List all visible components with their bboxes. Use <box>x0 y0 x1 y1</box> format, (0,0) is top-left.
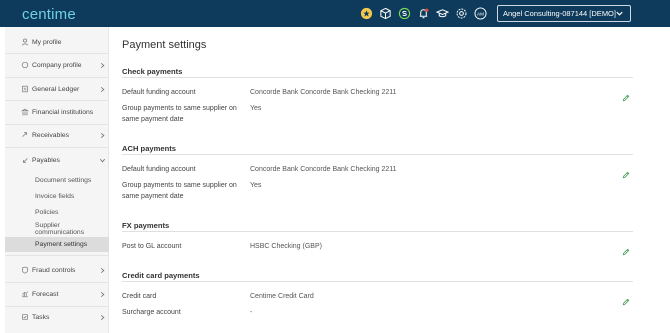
divider <box>5 77 109 78</box>
sidebar: My profile Company profile General Ledge… <box>5 27 109 333</box>
sidebar-item-general-ledger[interactable]: General Ledger <box>5 82 109 96</box>
chevron-right-icon <box>100 291 105 297</box>
section-divider <box>122 231 633 232</box>
sidebar-item-receivables[interactable]: Receivables <box>5 128 109 142</box>
sidebar-item-label: Company profile <box>32 61 82 69</box>
sidebar-subitem-label: Invoice fields <box>35 193 75 200</box>
chevron-right-icon <box>100 267 105 273</box>
chevron-right-icon <box>100 314 105 320</box>
sidebar-subitem-supplier-communications[interactable]: Supplier communications <box>5 221 109 236</box>
sidebar-item-payables[interactable]: Payables <box>5 153 109 167</box>
divider <box>5 100 109 101</box>
payables-icon <box>23 158 28 163</box>
user-icon <box>21 38 29 46</box>
chevron-down-icon <box>99 158 106 162</box>
sidebar-item-label: General Ledger <box>32 85 80 93</box>
tasks-icon <box>22 314 28 320</box>
field-value: - <box>250 309 253 316</box>
section-title-credit-card-payments: Credit card payments <box>122 271 200 280</box>
user-initials: AM <box>477 11 484 16</box>
building-icon <box>21 61 29 69</box>
chevron-right-icon <box>100 86 105 92</box>
field-value: Centime Credit Card <box>250 293 314 300</box>
field-label: Default funding account <box>122 89 196 96</box>
sidebar-item-forecast[interactable]: Forecast <box>5 287 109 301</box>
field-label: Group payments to same supplier on same … <box>122 105 237 123</box>
refresh-dollar-icon[interactable] <box>398 7 411 20</box>
sidebar-item-label: My profile <box>32 38 62 46</box>
receivables-icon <box>22 132 27 137</box>
app-logo[interactable]: centime <box>22 6 76 23</box>
section-title-ach-payments: ACH payments <box>122 144 177 153</box>
chart-icon <box>22 291 29 298</box>
bank-icon <box>21 108 29 116</box>
divider <box>5 255 109 256</box>
sidebar-item-tasks[interactable]: Tasks <box>5 310 109 324</box>
sidebar-subitem-label: Supplier communications <box>35 221 85 236</box>
field-label: Default funding account <box>122 166 196 173</box>
edit-pencil-icon[interactable] <box>622 166 630 179</box>
sidebar-item-financial-institutions[interactable]: Financial institutions <box>5 105 109 119</box>
edit-pencil-icon[interactable] <box>622 293 630 306</box>
sidebar-item-label: Fraud controls <box>32 266 76 274</box>
sidebar-item-label: Tasks <box>32 313 50 321</box>
chevron-right-icon <box>100 132 105 138</box>
sidebar-item-company-profile[interactable]: Company profile <box>5 58 109 72</box>
field-value: Yes <box>250 105 262 112</box>
bell-icon[interactable] <box>417 7 430 20</box>
divider <box>5 282 109 283</box>
field-label: Post to GL account <box>122 243 182 250</box>
sidebar-subitem-payment-settings[interactable]: Payment settings <box>5 237 109 252</box>
sidebar-item-label: Payables <box>32 156 60 164</box>
field-value: Concorde Bank Concorde Bank Checking 221… <box>250 89 397 96</box>
edit-pencil-icon[interactable] <box>622 243 630 256</box>
field-label: Surcharge account <box>122 309 181 316</box>
sidebar-subitem-label: Policies <box>35 209 59 216</box>
section-divider <box>122 154 633 155</box>
company-selector[interactable]: Angel Consulting-087144 [DEMO] <box>497 5 631 22</box>
sidebar-item-label: Receivables <box>32 131 70 139</box>
ledger-icon <box>22 85 28 93</box>
chevron-down-icon <box>616 11 623 16</box>
field-value: Concorde Bank Concorde Bank Checking 221… <box>250 166 397 173</box>
graduation-cap-icon[interactable] <box>436 7 449 20</box>
edit-pencil-icon[interactable] <box>622 89 630 102</box>
field-label: Credit card <box>122 293 157 300</box>
divider <box>5 306 109 307</box>
cube-icon[interactable] <box>379 7 392 20</box>
sidebar-subitem-policies[interactable]: Policies <box>5 206 109 219</box>
header-icons: AM <box>360 7 487 21</box>
sidebar-subitem-invoice-fields[interactable]: Invoice fields <box>5 190 109 203</box>
divider <box>5 124 109 125</box>
star-badge-icon[interactable] <box>360 7 373 20</box>
user-initials-icon[interactable]: AM <box>474 7 487 20</box>
gear-icon[interactable] <box>455 7 468 20</box>
company-name: Angel Consulting-087144 [DEMO] <box>503 9 616 18</box>
sidebar-subitem-label: Document settings <box>35 177 92 184</box>
section-title-check-payments: Check payments <box>122 67 183 76</box>
section-title-fx-payments: FX payments <box>122 221 170 230</box>
top-bar: centime AM Angel Consulting-087144 [DEMO… <box>0 0 670 27</box>
sidebar-subitem-document-settings[interactable]: Document settings <box>5 174 109 187</box>
page-title: Payment settings <box>122 39 207 51</box>
field-value: Yes <box>250 182 262 189</box>
sidebar-item-label: Financial institutions <box>32 108 94 116</box>
divider <box>5 53 109 54</box>
field-value: HSBC Checking (GBP) <box>250 243 322 250</box>
shield-icon <box>22 266 28 274</box>
sidebar-item-label: Forecast <box>32 290 59 298</box>
chevron-right-icon <box>100 62 105 68</box>
section-divider <box>122 77 633 78</box>
sidebar-subitem-label: Payment settings <box>35 241 88 248</box>
section-divider <box>122 281 633 282</box>
sidebar-item-fraud-controls[interactable]: Fraud controls <box>5 263 109 277</box>
sidebar-item-my-profile[interactable]: My profile <box>5 35 109 49</box>
divider <box>5 147 109 148</box>
field-label: Group payments to same supplier on same … <box>122 182 237 200</box>
